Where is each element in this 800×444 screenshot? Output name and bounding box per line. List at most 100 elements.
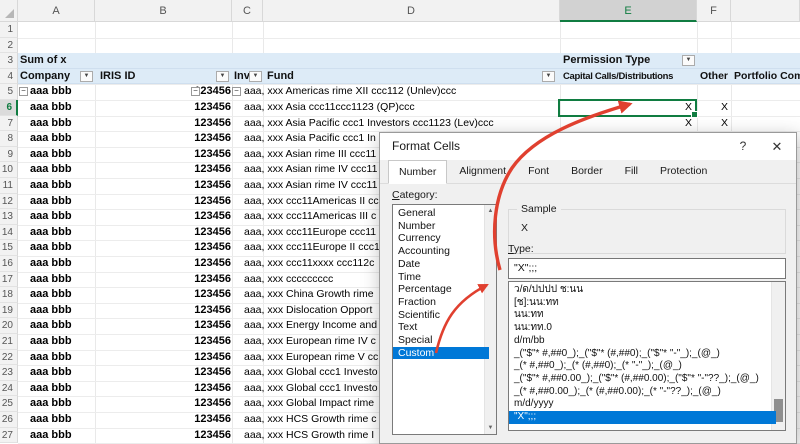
type-list[interactable]: ว/ด/ปปปป ช:นน[ช]:นน:ททนน:ททนน:ทท.0d/m/bb… bbox=[508, 281, 786, 431]
row-header-6[interactable]: 6 bbox=[0, 100, 18, 116]
cell-company[interactable]: aaa bbb bbox=[30, 318, 72, 334]
outline-collapse-icon[interactable]: − bbox=[191, 87, 200, 96]
cell-iris[interactable]: 123456 bbox=[95, 350, 231, 366]
cell-iris[interactable]: 123456 bbox=[95, 428, 231, 444]
cell-iris[interactable]: 123456 bbox=[95, 318, 231, 334]
category-list[interactable]: ▲ ▼ GeneralNumberCurrencyAccountingDateT… bbox=[392, 204, 497, 435]
row-header-2[interactable]: 2 bbox=[0, 38, 18, 54]
column-header-B[interactable]: B bbox=[95, 0, 232, 22]
row-header-14[interactable]: 14 bbox=[0, 225, 18, 241]
cell-iris[interactable]: 123456 bbox=[95, 116, 231, 132]
cell-company[interactable]: aaa bbb bbox=[30, 381, 72, 397]
row-header-11[interactable]: 11 bbox=[0, 178, 18, 194]
category-item-accounting[interactable]: Accounting bbox=[393, 245, 489, 258]
row-header-18[interactable]: 18 bbox=[0, 287, 18, 303]
category-item-text[interactable]: Text bbox=[393, 321, 489, 334]
row-header-22[interactable]: 22 bbox=[0, 350, 18, 366]
column-header-F[interactable]: F bbox=[697, 0, 731, 22]
category-item-time[interactable]: Time bbox=[393, 271, 489, 284]
cell-iris[interactable]: 123456 bbox=[95, 334, 231, 350]
cell-company[interactable]: aaa bbb bbox=[30, 209, 72, 225]
row-header-25[interactable]: 25 bbox=[0, 396, 18, 412]
cell-company[interactable]: aaa bbb bbox=[30, 178, 72, 194]
type-option[interactable]: นน:ทท.0 bbox=[509, 322, 776, 335]
selected-cell-E6[interactable] bbox=[558, 99, 697, 117]
cell-company[interactable]: aaa bbb bbox=[30, 147, 72, 163]
cell-company[interactable]: aaa bbb bbox=[30, 131, 72, 147]
row-header-21[interactable]: 21 bbox=[0, 334, 18, 350]
cell-iris[interactable]: 123456 bbox=[95, 178, 231, 194]
outline-collapse-icon[interactable]: − bbox=[232, 87, 241, 96]
close-icon[interactable]: ✕ bbox=[764, 133, 790, 160]
category-item-scientific[interactable]: Scientific bbox=[393, 309, 489, 322]
cell-iris[interactable]: 123456 bbox=[95, 147, 231, 163]
column-header-offscreen[interactable] bbox=[731, 0, 800, 22]
filter-dropdown-icon[interactable]: ▼ bbox=[249, 71, 262, 82]
row-header-10[interactable]: 10 bbox=[0, 162, 18, 178]
cell-iris[interactable]: 123456 bbox=[95, 162, 231, 178]
cell-fund[interactable]: aaa, xxx Americas rime XII ccc112 (Unlev… bbox=[244, 84, 574, 100]
type-option[interactable]: _("$"* #,##0.00_);_("$"* (#,##0.00);_("$… bbox=[509, 373, 776, 386]
filter-dropdown-icon[interactable]: ▼ bbox=[216, 71, 229, 82]
tab-protection[interactable]: Protection bbox=[650, 160, 717, 184]
cell-other-x[interactable]: X bbox=[697, 116, 728, 132]
type-option[interactable]: "X";;; bbox=[509, 411, 776, 424]
cell-other-x[interactable]: X bbox=[697, 100, 728, 116]
filter-dropdown-icon[interactable]: ▼ bbox=[80, 71, 93, 82]
cell-iris[interactable]: 123456 bbox=[95, 100, 231, 116]
row-header-27[interactable]: 27 bbox=[0, 428, 18, 444]
category-item-general[interactable]: General bbox=[393, 207, 489, 220]
cell-fund[interactable]: aaa, xxx Asia ccc11ccc1123 (QP)ccc bbox=[244, 100, 574, 116]
cell-iris[interactable]: 123456 bbox=[95, 225, 231, 241]
category-item-date[interactable]: Date bbox=[393, 258, 489, 271]
cell-company[interactable]: aaa bbb bbox=[30, 84, 72, 100]
cell-iris[interactable]: 123456 bbox=[95, 412, 231, 428]
column-header-D[interactable]: D bbox=[263, 0, 560, 22]
cell-company[interactable]: aaa bbb bbox=[30, 303, 72, 319]
cell-iris[interactable]: 123456 bbox=[95, 256, 231, 272]
row-header-5[interactable]: 5 bbox=[0, 84, 18, 100]
row-header-1[interactable]: 1 bbox=[0, 22, 18, 38]
cell-company[interactable]: aaa bbb bbox=[30, 350, 72, 366]
type-option[interactable]: _(* #,##0_);_(* (#,##0);_(* "-"_);_(@_) bbox=[509, 360, 776, 373]
type-option[interactable]: [ช]:นน:ทท bbox=[509, 297, 776, 310]
type-option[interactable]: d/m/bb bbox=[509, 335, 776, 348]
cell-company[interactable]: aaa bbb bbox=[30, 365, 72, 381]
row-header-3[interactable]: 3 bbox=[0, 53, 18, 69]
type-option[interactable]: _("$"* #,##0_);_("$"* (#,##0);_("$"* "-"… bbox=[509, 348, 776, 361]
cell-permission-x[interactable]: X bbox=[560, 116, 692, 132]
cell-iris[interactable]: 123456 bbox=[95, 365, 231, 381]
tab-fill[interactable]: Fill bbox=[615, 160, 648, 184]
cell-company[interactable]: aaa bbb bbox=[30, 225, 72, 241]
scroll-down-icon[interactable]: ▼ bbox=[485, 423, 496, 433]
select-all-corner[interactable] bbox=[0, 0, 18, 22]
row-header-16[interactable]: 16 bbox=[0, 256, 18, 272]
column-header-C[interactable]: C bbox=[232, 0, 263, 22]
cell-iris[interactable]: 123456 bbox=[95, 396, 231, 412]
row-header-19[interactable]: 19 bbox=[0, 303, 18, 319]
cell-company[interactable]: aaa bbb bbox=[30, 194, 72, 210]
type-option[interactable]: นน:ทท bbox=[509, 309, 776, 322]
fill-handle[interactable] bbox=[691, 111, 698, 118]
cell-company[interactable]: aaa bbb bbox=[30, 100, 72, 116]
row-header-8[interactable]: 8 bbox=[0, 131, 18, 147]
cell-iris[interactable]: 123456 bbox=[95, 194, 231, 210]
column-header-E[interactable]: E bbox=[560, 0, 697, 22]
category-item-special[interactable]: Special bbox=[393, 334, 489, 347]
row-header-9[interactable]: 9 bbox=[0, 147, 18, 163]
cell-iris[interactable]: 123456 bbox=[95, 272, 231, 288]
cell-iris[interactable]: 123456 bbox=[95, 209, 231, 225]
cell-fund[interactable]: aaa, xxx Asia Pacific ccc1 Investors ccc… bbox=[244, 116, 574, 132]
type-input[interactable]: "X";;; bbox=[508, 258, 786, 279]
tab-alignment[interactable]: Alignment bbox=[449, 160, 516, 184]
row-header-15[interactable]: 15 bbox=[0, 240, 18, 256]
tab-font[interactable]: Font bbox=[518, 160, 559, 184]
cell-iris[interactable]: 123456 bbox=[95, 240, 231, 256]
tab-border[interactable]: Border bbox=[561, 160, 613, 184]
cell-company[interactable]: aaa bbb bbox=[30, 412, 72, 428]
cell-company[interactable]: aaa bbb bbox=[30, 334, 72, 350]
row-header-26[interactable]: 26 bbox=[0, 412, 18, 428]
cell-iris[interactable]: 123456 bbox=[95, 84, 231, 100]
cell-company[interactable]: aaa bbb bbox=[30, 116, 72, 132]
row-header-20[interactable]: 20 bbox=[0, 318, 18, 334]
